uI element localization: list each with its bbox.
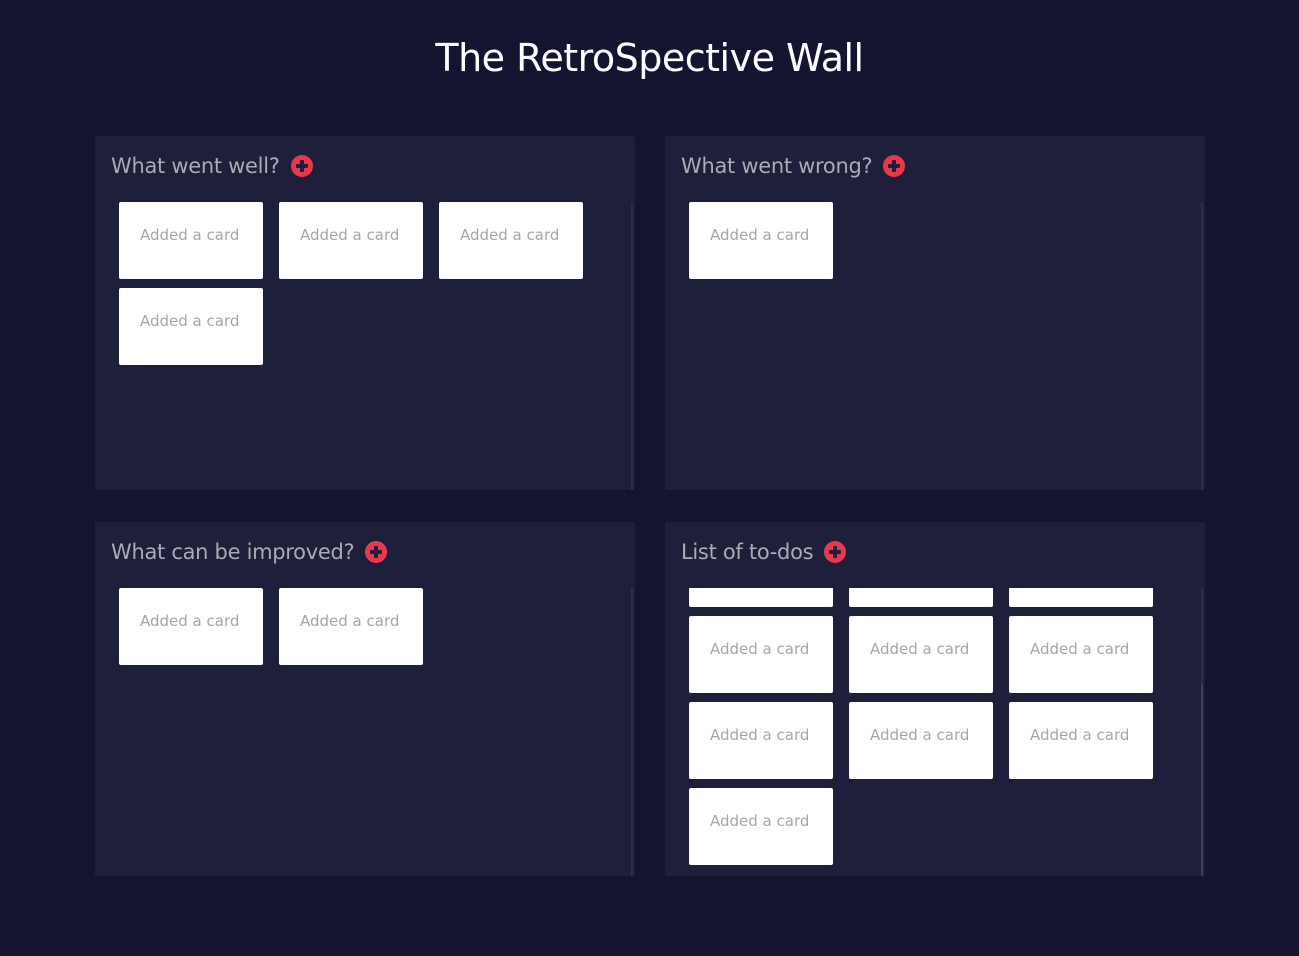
retro-card[interactable]: Added a card	[689, 788, 833, 865]
scrollbar-thumb[interactable]	[1201, 684, 1203, 876]
retro-card[interactable]: Added a card	[439, 202, 583, 279]
card-list[interactable]: Added a card	[689, 202, 1203, 490]
retro-card[interactable]: Added a card	[689, 616, 833, 693]
page-title: The RetroSpective Wall	[435, 36, 864, 80]
board-title: What can be improved?	[111, 540, 355, 564]
plus-circle-icon	[824, 541, 846, 563]
board-what-can-be-improved: What can be improved? Added a card Added …	[95, 522, 635, 876]
board-title: List of to-dos	[681, 540, 814, 564]
scrollbar[interactable]	[631, 202, 633, 490]
add-card-button[interactable]	[290, 155, 313, 177]
board-title: What went wrong?	[681, 154, 873, 178]
retro-card[interactable]: Added a card	[1009, 616, 1153, 693]
scrollbar[interactable]	[631, 588, 633, 876]
retro-card[interactable]: Added a card	[1009, 588, 1153, 607]
card-list[interactable]: Added a card Added a card	[119, 588, 633, 876]
retro-card[interactable]: Added a card	[119, 288, 263, 365]
board-title: What went well?	[111, 154, 280, 178]
add-card-button[interactable]	[365, 541, 388, 563]
card-list[interactable]: Added a card Added a card Added a card Adde…	[689, 588, 1203, 876]
plus-circle-icon	[365, 541, 387, 563]
add-card-button[interactable]	[883, 155, 906, 177]
retro-card[interactable]: Added a card	[119, 202, 263, 279]
add-card-button[interactable]	[824, 541, 847, 563]
retro-card[interactable]: Added a card	[849, 616, 993, 693]
card-list[interactable]: Added a card Added a card Added a card Adde…	[119, 202, 633, 490]
board-header: What can be improved?	[111, 534, 388, 570]
retro-card[interactable]: Added a card	[849, 702, 993, 779]
retro-card[interactable]: Added a card	[689, 588, 833, 607]
retro-card[interactable]: Added a card	[1009, 702, 1153, 779]
retro-card[interactable]: Added a card	[849, 588, 993, 607]
board-header: List of to-dos	[681, 534, 847, 570]
board-what-went-wrong: What went wrong? Added a card	[665, 136, 1205, 490]
retro-card[interactable]: Added a card	[119, 588, 263, 665]
board-header: What went wrong?	[681, 148, 906, 184]
board-what-went-well: What went well? Added a card Added a card…	[95, 136, 635, 490]
plus-circle-icon	[291, 155, 313, 177]
plus-circle-icon	[883, 155, 905, 177]
retro-card[interactable]: Added a card	[279, 588, 423, 665]
retro-card[interactable]: Added a card	[689, 702, 833, 779]
retro-card[interactable]: Added a card	[689, 202, 833, 279]
board-list-of-todos: List of to-dos Added a card Added a card A…	[665, 522, 1205, 876]
retro-card[interactable]: Added a card	[279, 202, 423, 279]
board-header: What went well?	[111, 148, 313, 184]
scrollbar[interactable]	[1201, 202, 1203, 490]
